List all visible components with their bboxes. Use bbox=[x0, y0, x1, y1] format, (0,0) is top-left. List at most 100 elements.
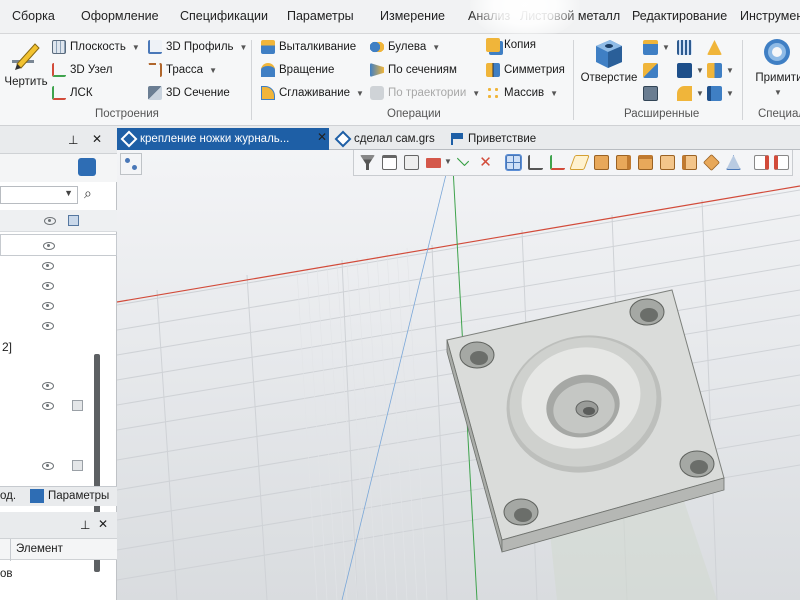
selection-filter-icon[interactable] bbox=[382, 155, 397, 170]
path-button[interactable]: Трасса ▼ bbox=[148, 63, 217, 77]
menu-sheet-metal[interactable]: Листовой металл bbox=[520, 9, 620, 23]
tab-welcome[interactable]: Приветствие bbox=[445, 128, 542, 150]
document-icon[interactable] bbox=[404, 155, 419, 170]
isometric-view-icon[interactable] bbox=[703, 154, 720, 171]
visibility-eye-icon[interactable] bbox=[42, 262, 54, 270]
confirm-check-icon[interactable] bbox=[456, 153, 470, 167]
pin-icon[interactable]: ⊥ bbox=[80, 518, 90, 532]
draw-button[interactable]: Чертить bbox=[4, 38, 48, 88]
visibility-eye-icon[interactable] bbox=[42, 282, 54, 290]
mounting-hole-top-right[interactable] bbox=[629, 298, 665, 326]
primitive-label: Примитив bbox=[755, 72, 800, 84]
draft-icon[interactable] bbox=[707, 40, 722, 55]
left-view-icon[interactable] bbox=[682, 155, 697, 170]
lcs-label: ЛСК bbox=[70, 87, 93, 99]
3d-section-button[interactable]: 3D Сечение bbox=[148, 86, 230, 100]
primitive-button[interactable]: Примитив ▼ bbox=[748, 36, 800, 97]
menu-analysis[interactable]: Анализ bbox=[468, 9, 510, 23]
clip-view-icon[interactable] bbox=[774, 155, 789, 170]
extrude-label: Выталкивание bbox=[279, 41, 357, 53]
blend-icon[interactable] bbox=[643, 63, 658, 78]
menu-measure[interactable]: Измерение bbox=[380, 9, 445, 23]
close-tab-icon[interactable]: ✕ bbox=[317, 130, 327, 144]
boolean-button[interactable]: Булева ▼ bbox=[370, 40, 440, 54]
pattern-label: Массив bbox=[504, 87, 545, 99]
visibility-eye-icon[interactable] bbox=[42, 322, 54, 330]
wrench-icon[interactable] bbox=[78, 158, 96, 176]
grid-toggle-icon[interactable] bbox=[505, 154, 522, 171]
visibility-eye-icon[interactable] bbox=[42, 302, 54, 310]
axes-icon[interactable] bbox=[528, 155, 543, 170]
symmetry-button[interactable]: Симметрия bbox=[486, 63, 565, 77]
menu-specifications[interactable]: Спецификации bbox=[180, 9, 268, 23]
pin-icon[interactable]: ⊥ bbox=[68, 133, 78, 147]
close-icon[interactable]: ✕ bbox=[98, 517, 108, 531]
hole-cube-icon bbox=[596, 40, 622, 68]
face-icon[interactable] bbox=[707, 86, 722, 101]
menu-assembly[interactable]: Сборка bbox=[12, 9, 55, 23]
menu-drafting[interactable]: Оформление bbox=[81, 9, 159, 23]
menu-tools[interactable]: Инструменты bbox=[740, 9, 800, 23]
plane-button[interactable]: Плоскость ▼ bbox=[52, 40, 140, 54]
tree-filter-dropdown[interactable]: ▼ bbox=[0, 186, 78, 204]
split-icon[interactable] bbox=[707, 63, 722, 78]
mounting-hole-bottom-right[interactable] bbox=[679, 450, 715, 478]
plane-view-icon[interactable] bbox=[569, 155, 590, 170]
pencil-icon bbox=[12, 43, 40, 70]
tab-document[interactable]: сделал сам.grs bbox=[331, 128, 441, 150]
tab-document-active[interactable]: крепление ножки журналь... bbox=[117, 128, 329, 150]
fillet-button[interactable]: Сглаживание ▼ bbox=[261, 86, 364, 100]
body-icon[interactable] bbox=[643, 86, 658, 101]
3d-profile-button[interactable]: 3D Профиль ▼ bbox=[148, 40, 247, 54]
revolve-button[interactable]: Вращение bbox=[261, 63, 334, 77]
lcs-button[interactable]: ЛСК bbox=[52, 86, 93, 100]
coordinate-axes-icon[interactable] bbox=[550, 155, 565, 170]
element-column-label: Элемент bbox=[16, 543, 63, 555]
perspective-icon[interactable] bbox=[726, 155, 741, 170]
pattern-button[interactable]: Массив ▼ bbox=[486, 86, 558, 100]
front-view-icon[interactable] bbox=[594, 155, 609, 170]
tree-column-header bbox=[0, 210, 117, 232]
visibility-eye-icon[interactable] bbox=[42, 402, 54, 410]
extrude-button[interactable]: Выталкивание bbox=[261, 40, 356, 54]
model-tree-panel: ⊥ ✕ ▼ ⌕ 2] од. Параметры ⊥ ✕ Элемент ов bbox=[0, 126, 117, 600]
menu-parameters[interactable]: Параметры bbox=[287, 9, 354, 23]
visibility-eye-icon[interactable] bbox=[42, 382, 54, 390]
search-icon[interactable]: ⌕ bbox=[84, 185, 92, 202]
cancel-x-icon[interactable]: ✕ bbox=[478, 155, 493, 170]
deform-icon[interactable] bbox=[677, 86, 692, 101]
right-view-icon[interactable] bbox=[616, 155, 631, 170]
torus-icon bbox=[764, 39, 790, 65]
mounting-hole-bottom-left[interactable] bbox=[503, 498, 539, 526]
copy-button[interactable]: Копия bbox=[486, 38, 536, 52]
properties-column-header: Элемент bbox=[0, 538, 117, 561]
menu-editing[interactable]: Редактирование bbox=[632, 9, 727, 23]
3d-node-button[interactable]: 3D Узел bbox=[52, 63, 112, 77]
loft-button[interactable]: По сечениям bbox=[370, 63, 457, 77]
cube-icon bbox=[72, 400, 83, 411]
shell-icon[interactable] bbox=[643, 40, 658, 55]
mounting-hole-top-left[interactable] bbox=[459, 341, 495, 369]
section-view-icon[interactable] bbox=[754, 155, 769, 170]
tree-row-selected[interactable] bbox=[0, 234, 117, 256]
top-view-icon[interactable] bbox=[638, 155, 653, 170]
3d-viewport[interactable]: ▼ ✕ bbox=[117, 150, 800, 600]
thread-icon[interactable] bbox=[677, 63, 692, 78]
construct-group-label: Построения bbox=[95, 108, 159, 120]
rib-icon[interactable] bbox=[677, 40, 692, 55]
visibility-eye-icon[interactable] bbox=[42, 462, 54, 470]
hole-label: Отверстие bbox=[580, 72, 638, 84]
group-separator bbox=[573, 40, 574, 120]
close-icon[interactable]: ✕ bbox=[92, 132, 102, 146]
sweep-button[interactable]: По траектории ▼ bbox=[370, 86, 480, 100]
tab-label: Приветствие bbox=[468, 133, 537, 145]
hole-button[interactable]: Отверстие bbox=[580, 36, 638, 84]
back-view-icon[interactable] bbox=[660, 155, 675, 170]
visibility-eye-icon[interactable] bbox=[43, 242, 55, 250]
tab-model[interactable]: од. bbox=[0, 490, 16, 502]
loft-label: По сечениям bbox=[388, 64, 457, 76]
color-swatch-icon[interactable] bbox=[426, 158, 441, 168]
view-cube-icon[interactable] bbox=[120, 153, 142, 175]
tab-parameters[interactable]: Параметры bbox=[48, 490, 109, 502]
filter-icon[interactable] bbox=[360, 155, 375, 170]
